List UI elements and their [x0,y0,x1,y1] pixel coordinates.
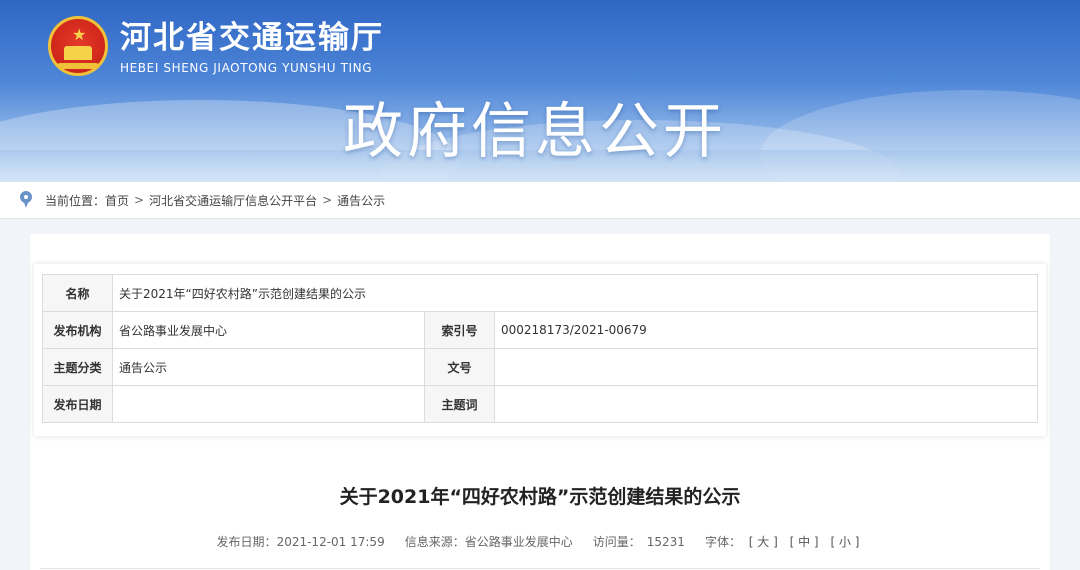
index-value: 000218173/2021-00679 [494,311,1038,349]
date-value [112,385,425,423]
site-title[interactable]: 河北省交通运输厅 [120,18,384,58]
keyword-label: 主题词 [424,385,495,423]
breadcrumb-platform-link[interactable]: 河北省交通运输厅信息公开平台 [149,192,317,209]
breadcrumb: 当前位置： 首页 > 河北省交通运输厅信息公开平台 > 通告公示 [0,182,1080,219]
org-value: 省公路事业发展中心 [112,311,425,349]
table-row: 名称 关于2021年“四好农村路”示范创建结果的公示 [42,274,1038,312]
org-label: 发布机构 [42,311,113,349]
name-label: 名称 [42,274,113,312]
location-pin-icon [19,191,33,209]
views-label: 访问量： [592,535,641,549]
metadata-box: 名称 关于2021年“四好农村路”示范创建结果的公示 发布机构 省公路事业发展中… [34,264,1046,436]
breadcrumb-notice-link[interactable]: 通告公示 [337,192,385,209]
font-size-label: 字体： [704,535,741,549]
breadcrumb-separator: > [134,193,145,207]
font-size-control: 字体： [ 大 ] [ 中 ] [ 小 ] [705,534,864,550]
views-info: 访问量： 15231 [593,534,685,550]
divider [40,568,1040,569]
breadcrumb-separator: > [322,193,333,207]
article-title: 关于2021年“四好农村路”示范创建结果的公示 [339,486,741,508]
font-medium-button[interactable]: [ 中 ] [790,535,819,549]
article-info-bar: 发布日期：2021-12-01 17:59 信息来源：省公路事业发展中心 访问量… [30,534,1050,550]
metadata-table: 名称 关于2021年“四好农村路”示范创建结果的公示 发布机构 省公路事业发展中… [42,274,1038,423]
table-row: 主题分类 通告公示 文号 [42,348,1038,386]
site-subtitle: HEBEI SHENG JIAOTONG YUNSHU TING [120,61,373,75]
source-info: 信息来源：省公路事业发展中心 [405,534,573,550]
content-panel: 名称 关于2021年“四好农村路”示范创建结果的公示 发布机构 省公路事业发展中… [30,234,1050,570]
publish-date-info: 发布日期：2021-12-01 17:59 [217,534,385,550]
emblem-base [57,63,99,69]
star-icon: ★ [72,25,87,44]
table-row: 发布机构 省公路事业发展中心 索引号 000218173/2021-00679 [42,311,1038,349]
breadcrumb-home-link[interactable]: 首页 [105,192,129,209]
font-large-button[interactable]: [ 大 ] [749,535,778,549]
source-value: 省公路事业发展中心 [464,535,573,549]
banner-title: 政府信息公开 [343,97,727,167]
keyword-value [494,385,1038,423]
name-value: 关于2021年“四好农村路”示范创建结果的公示 [112,274,1038,312]
national-emblem-icon[interactable]: ★ [48,16,108,76]
publish-date-label: 发布日期： [216,535,277,549]
index-label: 索引号 [424,311,495,349]
docno-value [494,348,1038,386]
table-row: 发布日期 主题词 [42,385,1038,423]
views-count: 15231 [646,535,685,549]
date-label: 发布日期 [42,385,113,423]
category-label: 主题分类 [42,348,113,386]
breadcrumb-label: 当前位置： [45,193,106,208]
docno-label: 文号 [424,348,495,386]
category-value: 通告公示 [112,348,425,386]
source-label: 信息来源： [404,535,465,549]
emblem-gate [64,46,92,60]
header-banner: ★ 河北省交通运输厅 HEBEI SHENG JIAOTONG YUNSHU T… [0,0,1080,182]
publish-date-value: 2021-12-01 17:59 [276,535,385,549]
font-small-button[interactable]: [ 小 ] [830,535,859,549]
